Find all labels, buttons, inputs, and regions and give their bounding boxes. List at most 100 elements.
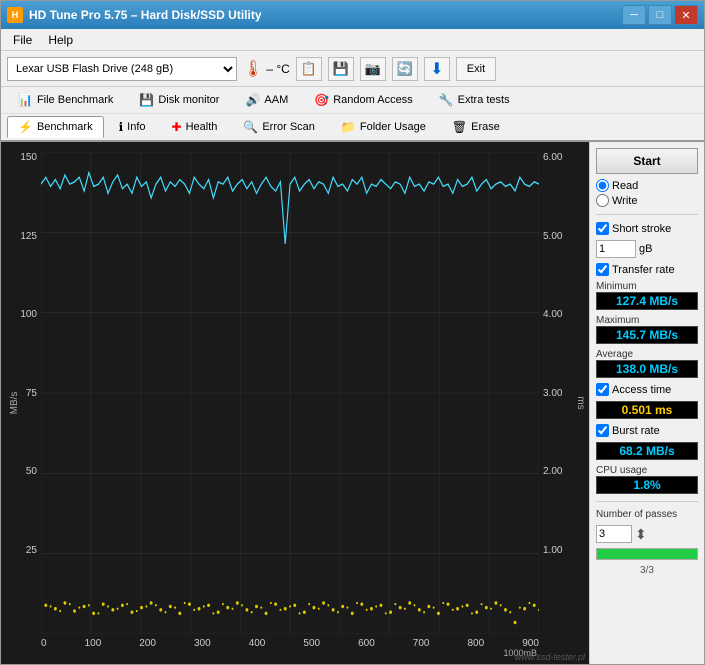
burst-rate-stat: 68.2 MB/s [596,442,698,460]
divider-1 [596,214,698,215]
watermark: www.ssd-tester.pl [515,652,585,662]
transfer-rate-checkbox-label[interactable]: Transfer rate [596,263,698,276]
divider-2 [596,501,698,502]
tab-info-label: Info [127,121,145,133]
write-label: Write [612,195,637,207]
write-radio-label[interactable]: Write [596,194,698,207]
maximum-stat: Maximum 145.7 MB/s [596,315,698,344]
menu-bar: File Help [1,29,704,51]
y-axis-right: 6.00 5.00 4.00 3.00 2.00 1.00 [539,152,589,634]
cpu-usage-value: 1.8% [596,476,698,494]
toolbar-btn-2[interactable]: 💾 [328,57,354,81]
short-stroke-checkbox-label[interactable]: Short stroke [596,222,698,235]
main-content: 150 125 100 75 50 25 MB/s [1,142,704,664]
average-value: 138.0 MB/s [596,360,698,378]
tab-error-scan-label: Error Scan [262,121,315,133]
average-stat: Average 138.0 MB/s [596,349,698,378]
access-time-checkbox[interactable] [596,383,609,396]
write-radio[interactable] [596,194,609,207]
tab-health[interactable]: ✚ Health [161,116,229,138]
toolbar-btn-4[interactable]: 🔄 [392,57,418,81]
y-axis-left: 150 125 100 75 50 25 [1,152,41,634]
read-radio[interactable] [596,179,609,192]
progress-bar-container [596,548,698,560]
erase-icon: 🗑 [452,120,467,134]
right-panel: Start Read Write Short stroke gB [589,142,704,664]
tab-aam[interactable]: 🔊 AAM [234,89,299,111]
transfer-rate-checkbox[interactable] [596,263,609,276]
tab-file-benchmark[interactable]: 📊 File Benchmark [7,89,124,111]
title-bar-controls: ─ □ ✕ [622,5,698,25]
toolbar-btn-3[interactable]: 📷 [360,57,386,81]
tab-file-benchmark-label: File Benchmark [37,94,113,106]
tab-erase-label: Erase [471,121,500,133]
tab-erase[interactable]: 🗑 Erase [441,116,511,138]
tab-folder-usage-label: Folder Usage [360,121,426,133]
temp-value: – °C [266,62,289,76]
start-button[interactable]: Start [596,148,698,174]
chart-svg [41,152,539,634]
read-write-group: Read Write [596,179,698,207]
read-radio-label[interactable]: Read [596,179,698,192]
chart-area: 150 125 100 75 50 25 MB/s [1,142,589,664]
menu-help[interactable]: Help [40,31,81,49]
y-axis-left-label: MB/s [9,392,20,415]
toolbar-btn-down[interactable]: ⬇ [424,57,450,81]
average-label: Average [596,349,698,360]
access-time-stat: 0.501 ms [596,401,698,419]
error-scan-icon: 🔍 [243,120,258,134]
burst-rate-checkbox-label[interactable]: Burst rate [596,424,698,437]
access-time-label: Access time [612,384,671,396]
burst-rate-label: Burst rate [612,425,660,437]
scatter-dots [44,601,539,624]
tab-info[interactable]: ℹ Info [108,116,157,138]
chart-container [41,152,539,634]
passes-label: Number of passes [596,509,698,520]
app-icon: H [7,7,23,23]
tab-extra-tests[interactable]: 🔧 Extra tests [428,89,521,111]
benchmark-icon: ⚡ [18,120,33,134]
menu-file[interactable]: File [5,31,40,49]
extra-tests-icon: 🔧 [439,93,454,107]
tab-error-scan[interactable]: 🔍 Error Scan [232,116,326,138]
maximize-button[interactable]: □ [648,5,672,25]
tab-benchmark[interactable]: ⚡ Benchmark [7,116,104,138]
main-window: H HD Tune Pro 5.75 – Hard Disk/SSD Utili… [0,0,705,665]
tab-benchmark-label: Benchmark [37,121,93,133]
minimum-label: Minimum [596,281,698,292]
tabs-row2: ⚡ Benchmark ℹ Info ✚ Health 🔍 Error Scan… [1,114,704,142]
short-stroke-label: Short stroke [612,223,671,235]
temp-display: 🌡 – °C [243,59,290,79]
passes-spin-arrows[interactable]: ⬍ [635,526,647,543]
health-icon: ✚ [172,120,182,134]
x-axis: 0 100 200 300 400 500 600 700 800 900 [41,634,539,664]
title-bar-left: H HD Tune Pro 5.75 – Hard Disk/SSD Utili… [7,7,262,23]
passes-input[interactable] [596,525,632,543]
access-time-checkbox-label[interactable]: Access time [596,383,698,396]
burst-rate-value: 68.2 MB/s [596,442,698,460]
toolbar-btn-1[interactable]: 📋 [296,57,322,81]
random-access-icon: 🎯 [314,93,329,107]
cpu-usage-stat: CPU usage 1.8% [596,465,698,494]
burst-rate-checkbox[interactable] [596,424,609,437]
tab-folder-usage[interactable]: 📁 Folder Usage [330,116,437,138]
passes-row: ⬍ [596,525,698,543]
short-stroke-checkbox[interactable] [596,222,609,235]
toolbar: Lexar USB Flash Drive (248 gB) 🌡 – °C 📋 … [1,51,704,87]
drive-select[interactable]: Lexar USB Flash Drive (248 gB) [7,57,237,81]
aam-icon: 🔊 [245,93,260,107]
transfer-rate-label: Transfer rate [612,264,675,276]
window-title: HD Tune Pro 5.75 – Hard Disk/SSD Utility [29,8,262,22]
close-button[interactable]: ✕ [674,5,698,25]
tab-disk-monitor[interactable]: 💾 Disk monitor [128,89,230,111]
exit-button[interactable]: Exit [456,57,496,81]
tab-random-access[interactable]: 🎯 Random Access [303,89,423,111]
thermometer-icon: 🌡 [243,59,263,79]
maximum-value: 145.7 MB/s [596,326,698,344]
file-benchmark-icon: 📊 [18,93,33,107]
minimize-button[interactable]: ─ [622,5,646,25]
short-stroke-input[interactable] [596,240,636,258]
progress-bar-fill [597,549,697,559]
folder-usage-icon: 📁 [341,120,356,134]
tab-random-access-label: Random Access [333,94,412,106]
